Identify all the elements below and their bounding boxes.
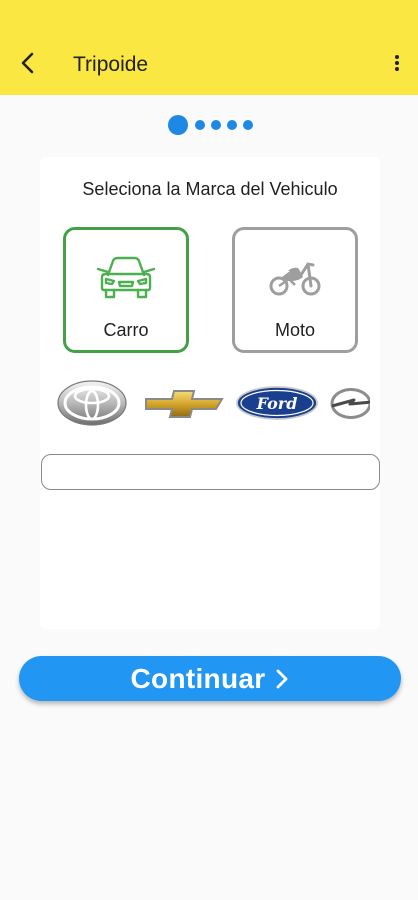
step-dot-current <box>168 115 188 135</box>
brand-carousel[interactable]: Ford <box>54 377 370 429</box>
overflow-menu-button[interactable] <box>384 50 410 80</box>
vehicle-type-moto[interactable]: Moto <box>232 227 358 353</box>
car-icon <box>95 250 157 306</box>
arrow-back-icon <box>20 52 36 79</box>
continue-button[interactable]: Continuar <box>19 656 401 701</box>
page-title: Tripoide <box>73 53 149 76</box>
vehicle-form-card: Seleciona la Marca del Vehiculo Carro Mo… <box>40 157 380 629</box>
step-dot <box>211 120 221 130</box>
opel-logo[interactable] <box>330 377 370 429</box>
toyota-logo[interactable] <box>56 377 128 429</box>
continue-label: Continuar <box>130 662 266 694</box>
step-dot <box>195 120 205 130</box>
step-indicator <box>168 114 259 136</box>
brand-input[interactable] <box>41 454 380 490</box>
motorcycle-icon <box>268 250 322 306</box>
app-bar: Tripoide <box>0 0 418 95</box>
vehicle-type-label: Moto <box>274 320 316 340</box>
back-button[interactable] <box>12 48 44 82</box>
step-dot <box>243 120 253 130</box>
chevrolet-logo[interactable] <box>144 377 224 429</box>
vehicle-type-car[interactable]: Carro <box>63 227 189 353</box>
ford-logo-text: Ford <box>256 394 298 413</box>
ford-logo[interactable]: Ford <box>236 377 318 429</box>
vehicle-type-label: Carro <box>103 320 149 340</box>
more-vertical-icon <box>394 54 400 77</box>
form-title: Seleciona la Marca del Vehiculo <box>82 179 338 199</box>
step-dot <box>227 120 237 130</box>
chevron-right-icon <box>275 668 289 690</box>
